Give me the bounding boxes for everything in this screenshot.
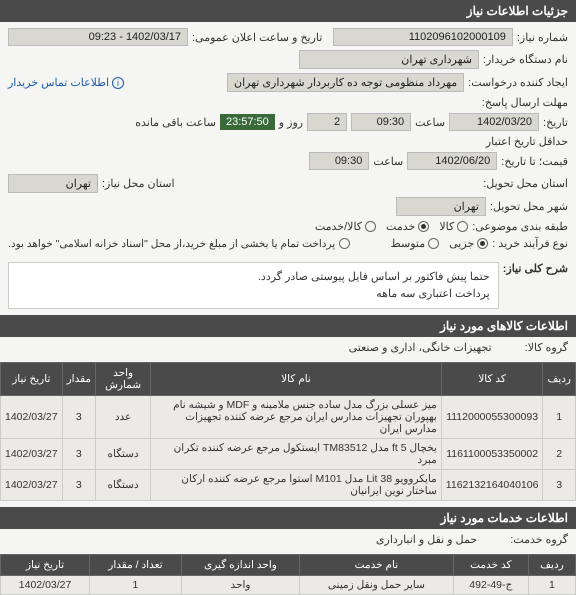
table-row: 31162132164040106مایکروویو 38 Lit مدل M1… — [1, 470, 576, 501]
goods-col-header: واحد شمارش — [96, 363, 151, 396]
radio-goods[interactable]: کالا — [439, 220, 468, 233]
requester-value: مهرداد منظومی توجه ده کاربردار شهرداری ت… — [227, 73, 464, 92]
subject-class-radios: کالا خدمت کالا/خدمت — [315, 220, 468, 233]
countdown-timer: 23:57:50 — [220, 114, 275, 130]
need-no-value: 1102096102000109 — [333, 28, 513, 46]
goods-cell: مایکروویو 38 Lit مدل M101 استوا مرجع عرض… — [151, 470, 442, 501]
deadline-time-value: 09:30 — [351, 113, 411, 131]
goods-cell: دستگاه — [96, 470, 151, 501]
services-col-header: کد خدمت — [453, 555, 528, 576]
radio-medium[interactable]: متوسط — [391, 237, 440, 250]
goods-cell: یخچال 5 ft مدل TM83512 ایستکول مرجع عرضه… — [151, 439, 442, 470]
announce-label: تاریخ و ساعت اعلان عمومی: — [192, 31, 322, 44]
buyer-org-label: نام دستگاه خریدار: — [483, 53, 568, 66]
section-need-info: جزئیات اطلاعات نیاز — [0, 0, 576, 22]
purchase-type-radios: جزیی متوسط — [391, 237, 489, 250]
need-summary-label: شرح کلی نیاز: — [503, 262, 568, 275]
price-until-label: قیمت؛ تا تاریخ: — [501, 155, 568, 168]
desc-line1: حتما پیش فاکتور بر اساس فایل پیوستی صادر… — [17, 269, 490, 286]
deadline-date-value: 1402/03/20 — [449, 113, 539, 131]
services-cell: 1 — [90, 576, 182, 595]
delivery-city-label: شهر محل تحویل: — [490, 200, 568, 213]
services-cell: 1402/03/27 — [1, 576, 90, 595]
goods-cell: 3 — [62, 439, 95, 470]
service-group-value: حمل و نقل و انبارداری — [376, 534, 477, 546]
need-summary-box: حتما پیش فاکتور بر اساس فایل پیوستی صادر… — [8, 262, 499, 309]
buyer-contact-link[interactable]: i اطلاعات تماس خریدار — [8, 76, 124, 89]
goods-col-header: ردیف — [543, 363, 576, 396]
goods-group-label: گروه کالا: — [525, 342, 568, 354]
goods-cell: 1402/03/27 — [1, 470, 63, 501]
services-cell: واحد — [181, 576, 299, 595]
payment-note: پرداخت تمام یا بخشی از مبلغ خرید،از محل … — [8, 238, 335, 250]
goods-col-header: تاریخ نیاز — [1, 363, 63, 396]
section-goods-info: اطلاعات کالاهای مورد نیاز — [0, 315, 576, 337]
min-valid-date-value: 1402/06/20 — [407, 152, 497, 170]
purchase-type-label: نوع فرآیند خرید : — [492, 237, 568, 250]
goods-cell: 3 — [62, 396, 95, 439]
deadline-days-value: 2 — [307, 113, 347, 131]
goods-cell: 2 — [543, 439, 576, 470]
need-no-label: شماره نیاز: — [517, 31, 568, 44]
desc-line2: پرداخت اعتباری سه ماهه — [17, 286, 490, 303]
payment-note-check[interactable] — [339, 238, 350, 249]
goods-cell: 1162132164040106 — [441, 470, 543, 501]
goods-cell: 3 — [62, 470, 95, 501]
goods-cell: 1 — [543, 396, 576, 439]
radio-partial[interactable]: جزیی — [449, 237, 488, 250]
min-valid-time-label: ساعت — [373, 155, 403, 168]
min-valid-time-value: 09:30 — [309, 152, 369, 170]
requester-label: ایجاد کننده درخواست: — [468, 76, 568, 89]
goods-cell: 1402/03/27 — [1, 439, 63, 470]
buyer-org-value: شهرداری تهران — [299, 50, 479, 69]
table-row: 11112000055300093میز عسلی بزرگ مدل ساده … — [1, 396, 576, 439]
services-col-header: واحد اندازه گیری — [181, 555, 299, 576]
goods-col-header: نام کالا — [151, 363, 442, 396]
services-cell: ج-49-492 — [453, 576, 528, 595]
announce-value: 1402/03/17 - 09:23 — [8, 28, 188, 46]
section-services-info: اطلاعات خدمات مورد نیاز — [0, 507, 576, 529]
deadline-date-label: تاریخ: — [543, 116, 568, 129]
services-col-header: ردیف — [528, 555, 575, 576]
goods-col-header: مقدار — [62, 363, 95, 396]
goods-cell: عدد — [96, 396, 151, 439]
goods-cell: میز عسلی بزرگ مدل ساده جنس ملامینه و MDF… — [151, 396, 442, 439]
services-col-header: تاریخ نیاز — [1, 555, 90, 576]
services-col-header: نام خدمت — [300, 555, 453, 576]
radio-both[interactable]: کالا/خدمت — [315, 220, 376, 233]
services-col-header: تعداد / مقدار — [90, 555, 182, 576]
delivery-city-value: تهران — [396, 197, 486, 216]
services-table: ردیفکد خدمتنام خدمتواحد اندازه گیریتعداد… — [0, 554, 576, 595]
remaining-label: ساعت باقی مانده — [135, 116, 216, 129]
goods-cell: دستگاه — [96, 439, 151, 470]
buyer-contact-text: اطلاعات تماس خریدار — [8, 76, 109, 89]
services-cell: 1 — [528, 576, 575, 595]
need-province-value: تهران — [8, 174, 98, 193]
goods-cell: 1402/03/27 — [1, 396, 63, 439]
table-row: 1ج-49-492سایر حمل ونقل زمینیواحد11402/03… — [1, 576, 576, 595]
goods-cell: 1161100053350002 — [441, 439, 543, 470]
min-valid-label: حداقل تاریخ اعتبار — [486, 135, 568, 148]
goods-cell: 1112000055300093 — [441, 396, 543, 439]
service-group-label: گروه خدمت: — [510, 534, 568, 546]
radio-service[interactable]: خدمت — [386, 220, 429, 233]
need-info-form: شماره نیاز: 1102096102000109 تاریخ و ساع… — [0, 22, 576, 260]
goods-table: ردیفکد کالانام کالاواحد شمارشمقدارتاریخ … — [0, 362, 576, 501]
goods-col-header: کد کالا — [441, 363, 543, 396]
goods-cell: 3 — [543, 470, 576, 501]
subject-class-label: طبقه بندی موضوعی: — [472, 220, 568, 233]
services-cell: سایر حمل ونقل زمینی — [300, 576, 453, 595]
delivery-province-label: استان محل تحویل: — [483, 177, 568, 190]
deadline-label: مهلت ارسال پاسخ: — [482, 96, 568, 109]
goods-group-value: تجهیزات خانگی، اداری و صنعتی — [349, 342, 492, 354]
info-icon: i — [112, 77, 124, 89]
need-province-label: استان محل نیاز: — [102, 177, 175, 190]
table-row: 21161100053350002یخچال 5 ft مدل TM83512 … — [1, 439, 576, 470]
deadline-time-label: ساعت — [415, 116, 445, 129]
days-and-label: روز و — [279, 116, 303, 129]
